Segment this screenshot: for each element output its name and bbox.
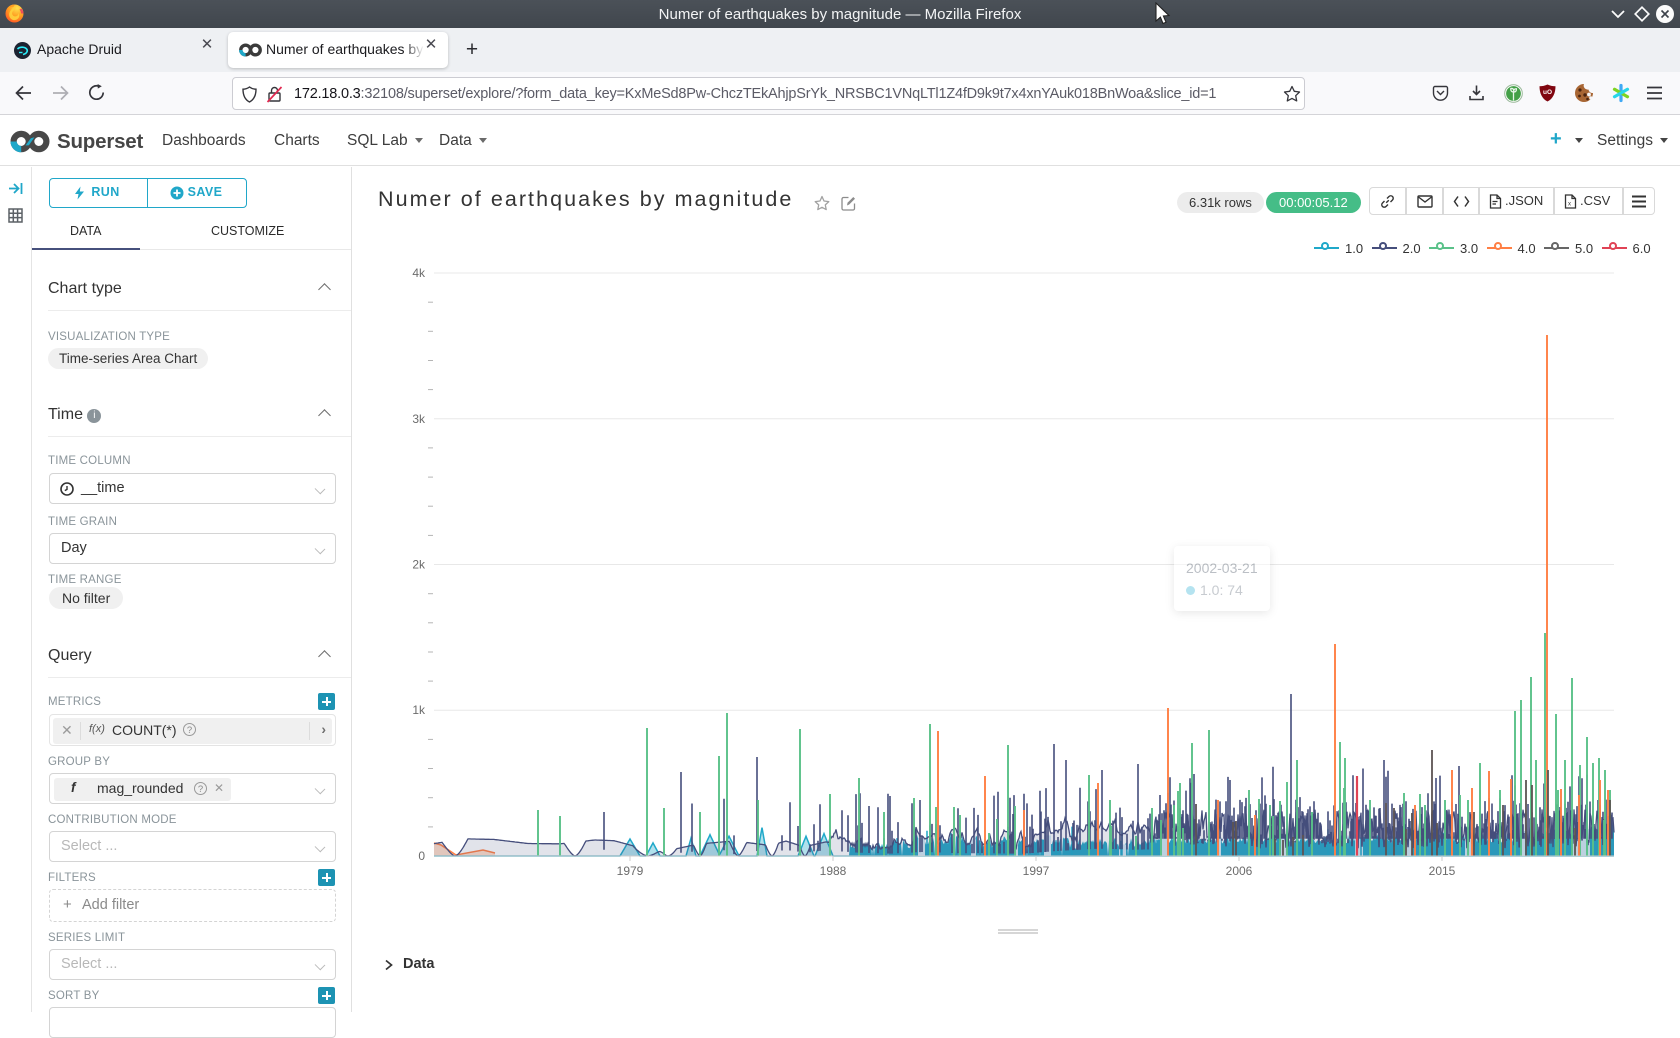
svg-text:1997: 1997 [1023,864,1050,878]
svg-text:3k: 3k [412,412,426,426]
svg-text:1979: 1979 [617,864,644,878]
svg-text:0: 0 [418,849,425,863]
svg-text:4k: 4k [412,266,426,280]
svg-text:2k: 2k [412,558,426,572]
svg-text:uO: uO [1543,89,1552,96]
svg-text:2015: 2015 [1429,864,1456,878]
svg-text:1k: 1k [412,703,426,717]
svg-text:1988: 1988 [820,864,847,878]
svg-text:2006: 2006 [1226,864,1253,878]
